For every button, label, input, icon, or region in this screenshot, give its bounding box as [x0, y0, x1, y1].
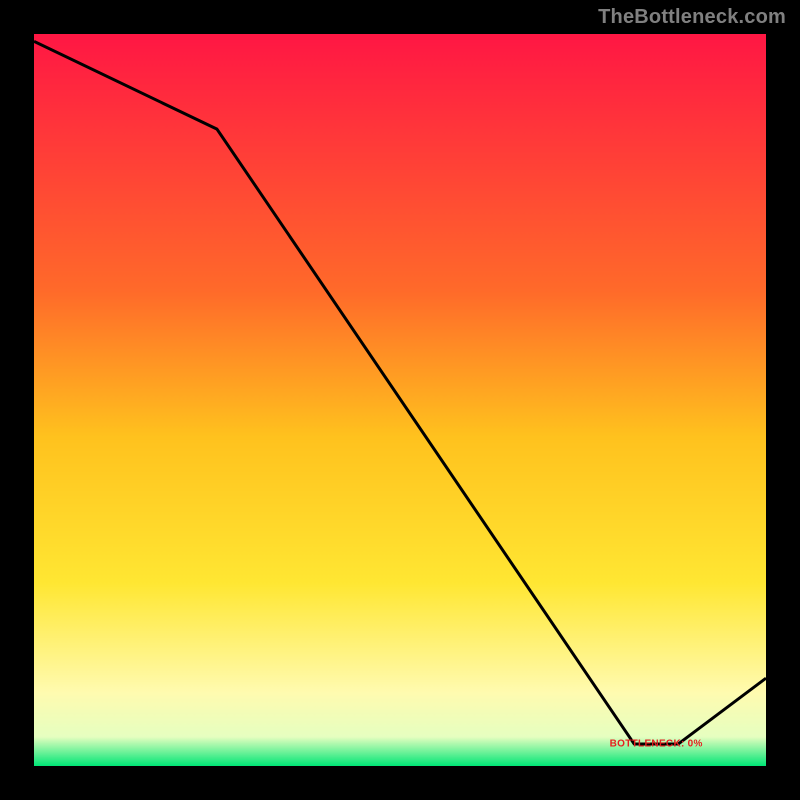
line-series	[34, 34, 766, 766]
series-path	[34, 41, 766, 744]
plot-area: BOTTLENECK: 0%	[30, 30, 770, 770]
chart-container: TheBottleneck.com BOTTLENECK: 0%	[0, 0, 800, 800]
bottleneck-annotation: BOTTLENECK: 0%	[610, 739, 703, 750]
watermark-text: TheBottleneck.com	[598, 6, 786, 29]
